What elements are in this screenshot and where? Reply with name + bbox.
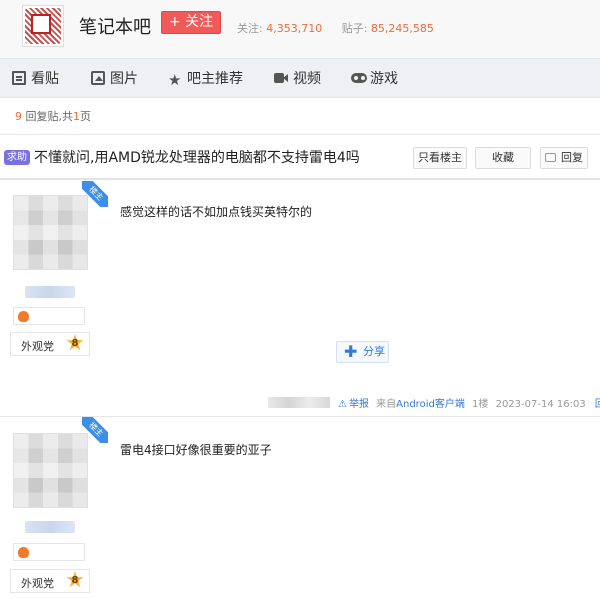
reply-bubble-icon: [545, 153, 556, 162]
favorite-button[interactable]: 收藏: [475, 147, 531, 169]
follow-count-label: 关注:: [237, 22, 263, 35]
thread-title-bar: 求助 不懂就问,用AMD锐龙处理器的电脑都不支持雷电4吗 只看楼主 收藏 回复: [0, 134, 600, 180]
forum-stats: 关注: 4,353,710 贴子: 85,245,585: [237, 20, 450, 36]
post-floor-1: 楼主 外观党 ★ 8 感觉这样的话不如加点钱买英特尔的 ✚ 分享 ⚠ 举报 来自A…: [0, 181, 600, 417]
only-op-button[interactable]: 只看楼主: [413, 147, 467, 169]
gamepad-icon: [351, 71, 367, 85]
flame-icon: [18, 311, 29, 322]
post-floor-2: 楼主 外观党 ★ 8 雷电4接口好像很重要的亚子: [0, 417, 600, 599]
user-badge: [13, 307, 85, 325]
share-plus-icon: ✚: [344, 342, 358, 361]
warning-icon: ⚠: [338, 399, 347, 410]
report-link[interactable]: 举报: [349, 399, 369, 410]
op-ribbon: 楼主: [82, 417, 108, 443]
thread-title: 不懂就问,用AMD锐龙处理器的电脑都不支持雷电4吗: [34, 150, 360, 166]
reply-count-info: 9 回复贴,共1页: [15, 110, 91, 123]
username[interactable]: [25, 286, 75, 298]
forum-header: 笔记本吧 + 关注 关注: 4,353,710 贴子: 85,245,585: [0, 0, 600, 58]
video-icon: [274, 71, 288, 85]
floor-number: 1楼: [472, 399, 489, 410]
star-icon: ★: [168, 71, 182, 89]
reply-button[interactable]: 回复: [540, 147, 588, 169]
avatar[interactable]: [13, 195, 88, 270]
post-count: 85,245,585: [370, 22, 434, 35]
client-link[interactable]: Android客户端: [396, 399, 465, 410]
document-icon: [12, 71, 26, 85]
forum-nav: 看贴 图片 ★ 吧主推荐 视频 游戏: [0, 58, 600, 98]
nav-item-games[interactable]: 游戏: [351, 69, 398, 89]
device-tail-blur: [268, 397, 330, 408]
user-badge: [13, 543, 85, 561]
post-content: 雷电4接口好像很重要的亚子: [120, 443, 272, 457]
flame-icon: [18, 547, 29, 558]
post-count-label: 贴子:: [341, 22, 368, 35]
nav-item-posts[interactable]: 看贴: [12, 69, 59, 89]
op-ribbon: 楼主: [82, 181, 108, 207]
follow-count: 4,353,710: [266, 22, 323, 35]
forum-name[interactable]: 笔记本吧: [79, 13, 151, 39]
help-tag: 求助: [4, 150, 30, 165]
user-level[interactable]: 外观党 ★ 8: [10, 332, 90, 356]
share-button[interactable]: ✚ 分享: [336, 341, 389, 363]
post-time: 2023-07-14 16:03: [495, 399, 586, 410]
forum-logo[interactable]: [22, 5, 64, 47]
username[interactable]: [25, 521, 75, 533]
follow-button[interactable]: + 关注: [161, 11, 221, 34]
image-icon: [91, 71, 105, 85]
nav-item-videos[interactable]: 视频: [274, 69, 321, 89]
post-meta: ⚠举报 来自Android客户端 1楼 2023-07-14 16:03 回复: [268, 395, 600, 410]
nav-item-recommended[interactable]: ★ 吧主推荐: [168, 69, 243, 89]
post-reply-link[interactable]: 回复: [595, 399, 600, 410]
user-level[interactable]: 外观党 ★ 8: [10, 569, 90, 593]
client-source: 来自Android客户端: [376, 399, 465, 410]
post-content: 感觉这样的话不如加点钱买英特尔的: [120, 205, 313, 219]
nav-item-images[interactable]: 图片: [91, 69, 138, 89]
avatar[interactable]: [13, 433, 88, 508]
